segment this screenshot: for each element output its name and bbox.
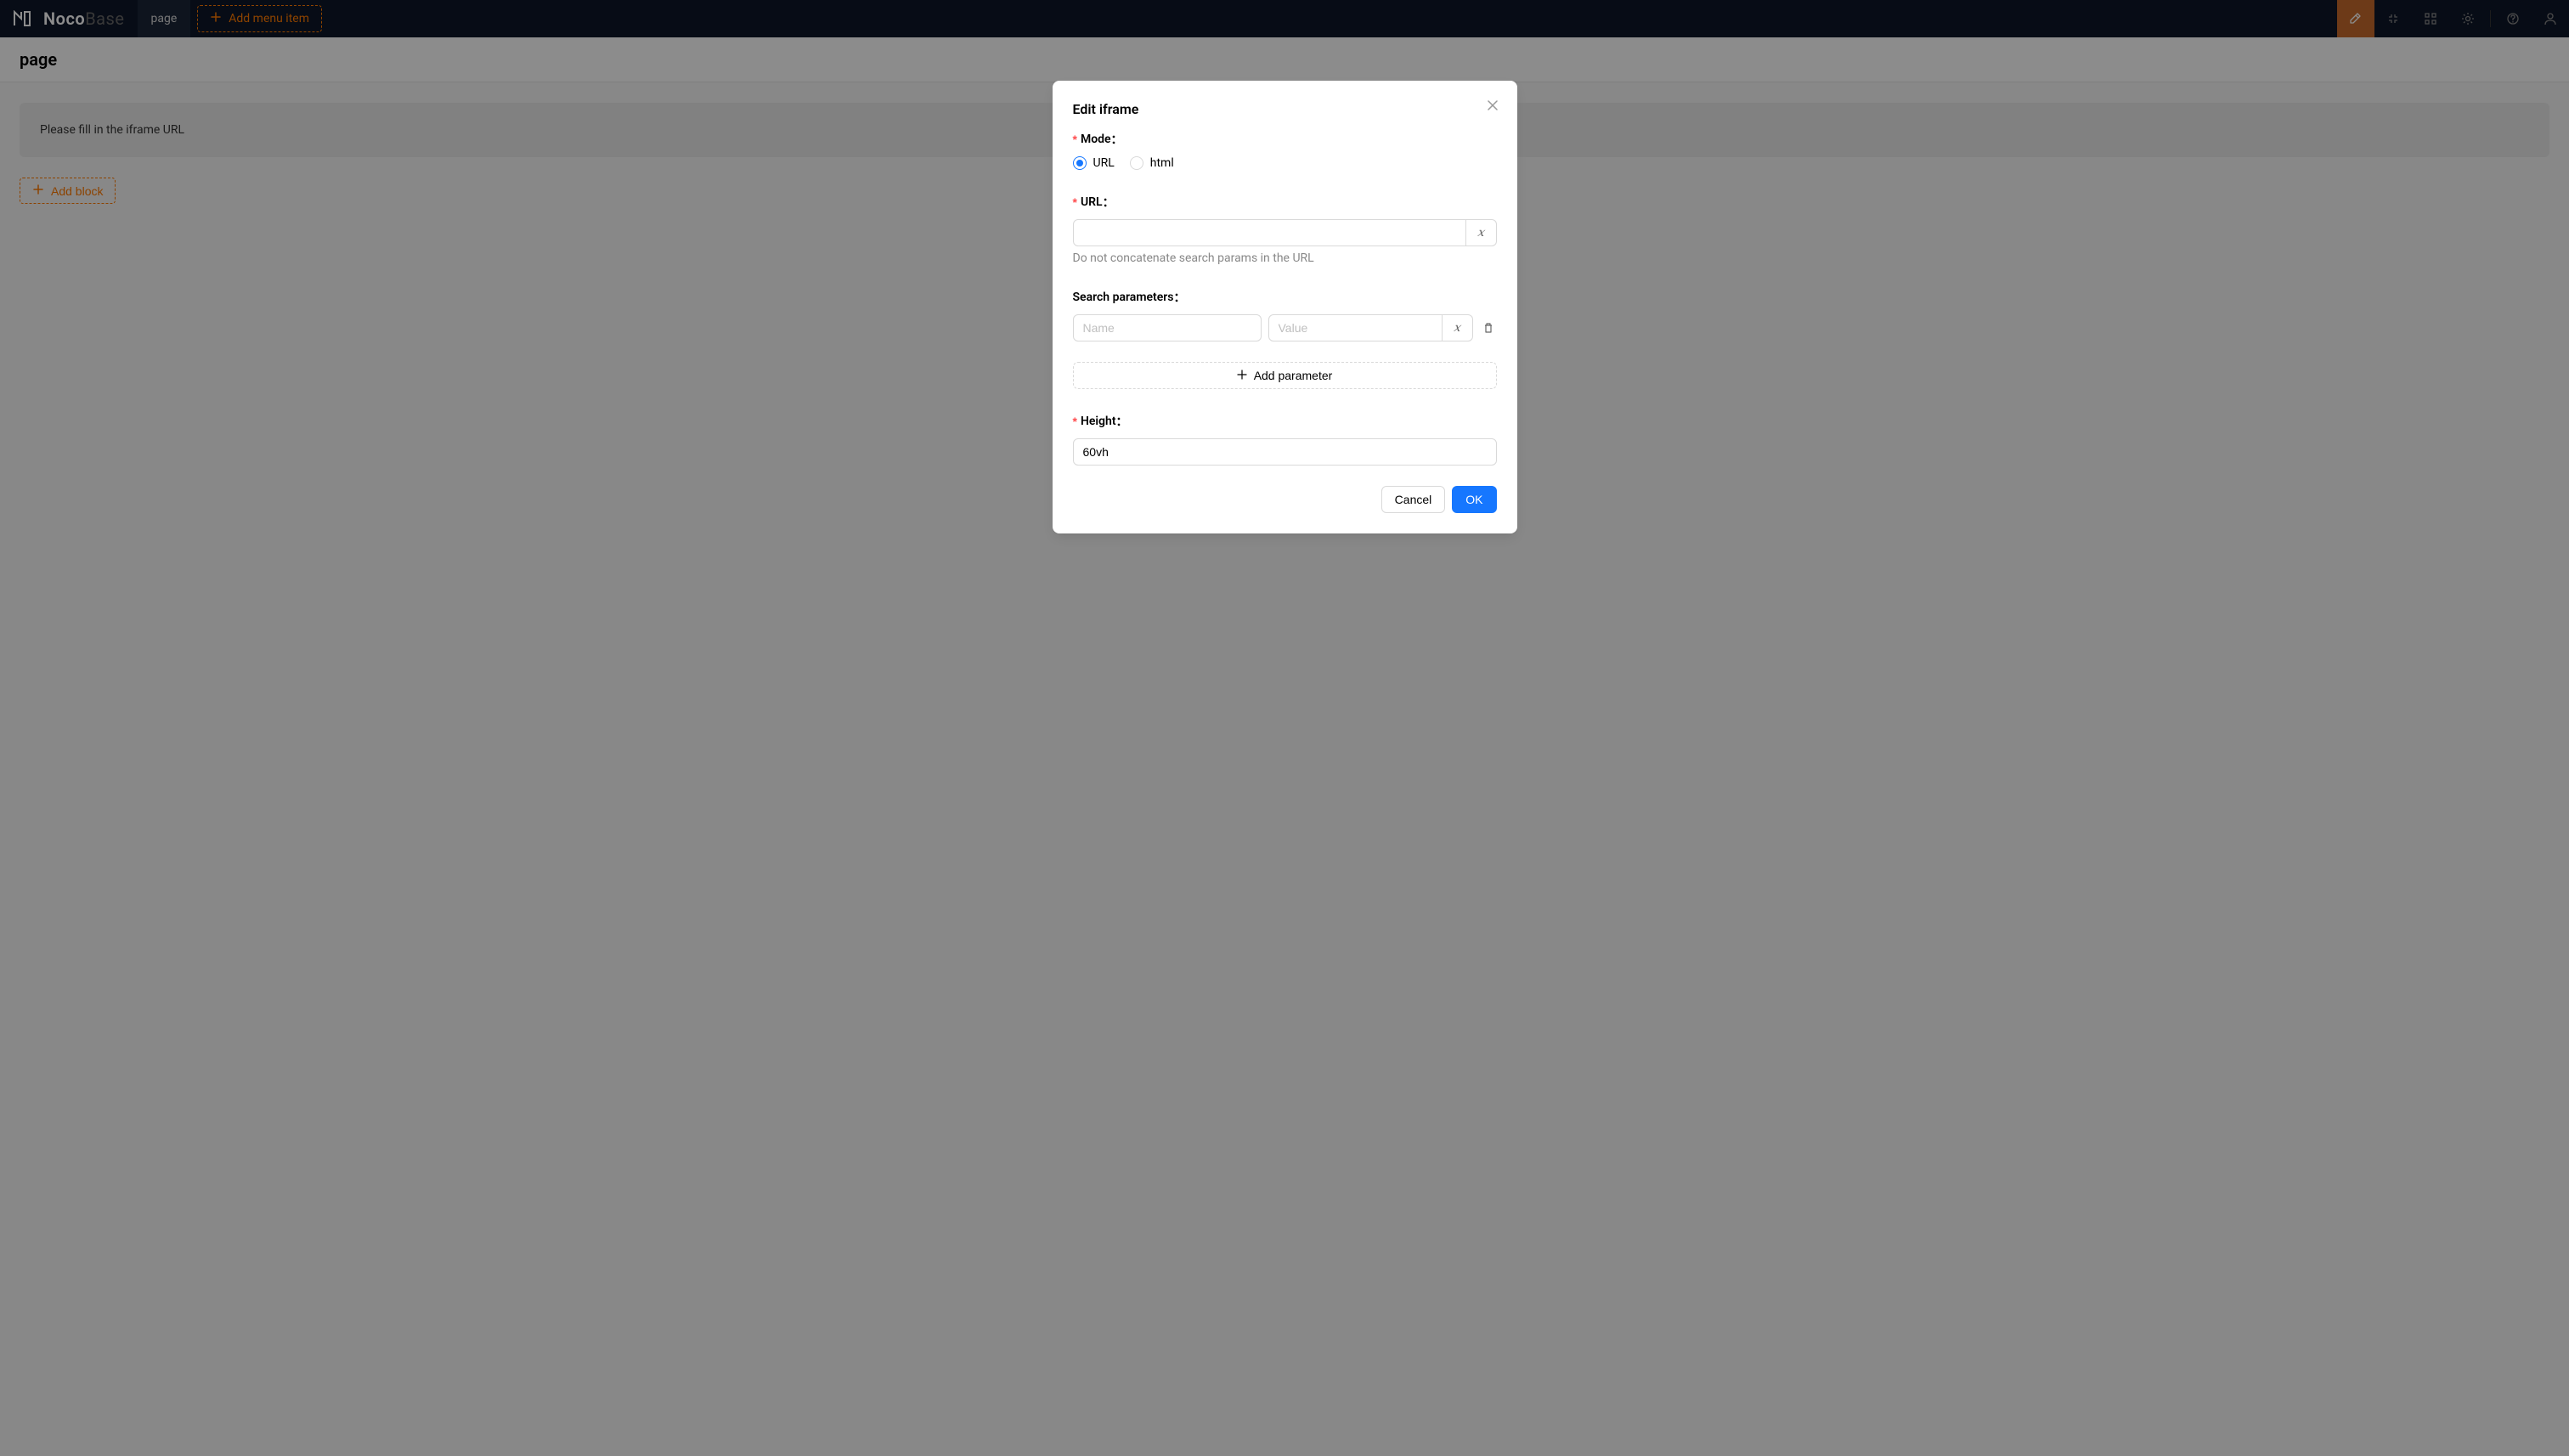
radio-icon	[1073, 156, 1087, 170]
url-help-text: Do not concatenate search params in the …	[1073, 251, 1497, 265]
edit-iframe-modal: Edit iframe *Mode： URL html *URL： 𝑥 Do n…	[1053, 81, 1517, 533]
url-input[interactable]	[1073, 219, 1466, 246]
height-input[interactable]	[1073, 438, 1497, 466]
mode-radio-url[interactable]: URL	[1073, 156, 1115, 170]
param-value-wrap: 𝑥	[1268, 314, 1473, 341]
url-input-row: 𝑥	[1073, 219, 1497, 246]
variable-button[interactable]: 𝑥	[1466, 219, 1497, 246]
param-value-input[interactable]	[1268, 314, 1443, 341]
add-parameter-button[interactable]: Add parameter	[1073, 362, 1497, 389]
radio-label: html	[1150, 156, 1174, 170]
modal-footer: Cancel OK	[1073, 486, 1497, 513]
modal-overlay[interactable]: Edit iframe *Mode： URL html *URL： 𝑥 Do n…	[0, 0, 2569, 1456]
add-parameter-label: Add parameter	[1254, 369, 1333, 382]
radio-label: URL	[1093, 156, 1115, 170]
height-label: *Height：	[1073, 413, 1497, 430]
variable-button[interactable]: 𝑥	[1443, 314, 1473, 341]
ok-button[interactable]: OK	[1452, 486, 1496, 513]
param-name-input[interactable]	[1073, 314, 1262, 341]
delete-icon[interactable]	[1480, 322, 1497, 334]
radio-icon	[1130, 156, 1143, 170]
mode-radio-group: URL html	[1073, 156, 1497, 170]
close-icon[interactable]	[1483, 96, 1502, 115]
cancel-button[interactable]: Cancel	[1381, 486, 1446, 513]
mode-label: *Mode：	[1073, 131, 1497, 148]
param-row: 𝑥	[1073, 314, 1497, 341]
mode-radio-html[interactable]: html	[1130, 156, 1174, 170]
url-label: *URL：	[1073, 194, 1497, 211]
modal-title: Edit iframe	[1073, 101, 1497, 117]
plus-icon	[1237, 369, 1247, 382]
search-params-label: Search parameters：	[1073, 289, 1497, 306]
